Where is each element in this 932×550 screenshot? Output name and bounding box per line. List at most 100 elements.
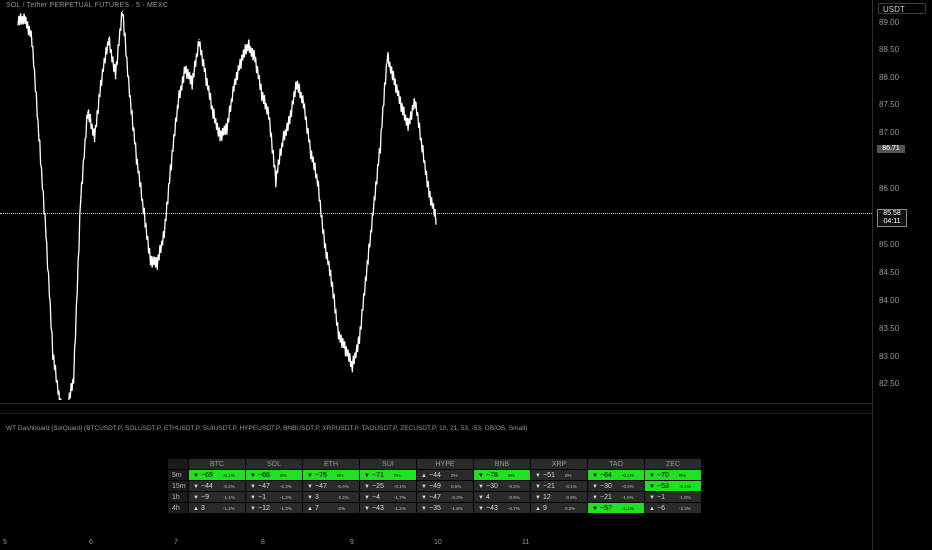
wt-value: −78	[486, 471, 498, 479]
direction-arrow-icon: ▼	[364, 505, 370, 512]
table-cell: ▲ −44 0%	[416, 469, 474, 481]
change-percent: -1.2%	[394, 505, 406, 511]
table-cell: ▼ 4 -0.9%	[473, 491, 531, 503]
direction-arrow-icon: ▼	[421, 505, 427, 512]
price-chart[interactable]	[0, 0, 872, 419]
direction-arrow-icon: ▲	[649, 505, 655, 512]
price-point	[205, 78, 207, 80]
wt-value: −57	[600, 504, 612, 512]
price-point	[198, 38, 200, 41]
wt-value: 12	[543, 493, 551, 501]
column-header-sui: SUI	[359, 459, 417, 470]
price-axis[interactable]: USDT 89.00 88.50 88.00 87.50 87.00 86.00 85.00…	[872, 0, 932, 550]
direction-arrow-icon: ▼	[649, 472, 655, 479]
direction-arrow-icon: ▼	[478, 494, 484, 501]
change-percent: 0%	[565, 472, 572, 478]
wt-value: −43	[372, 504, 384, 512]
price-point	[386, 55, 388, 57]
price-point	[282, 140, 284, 142]
table-cell: ▼ −69 -0.1%	[188, 469, 246, 481]
direction-arrow-icon: ▼	[592, 505, 598, 512]
change-percent: -0.1%	[394, 483, 406, 489]
table-cell: ▼ −78 0%	[473, 469, 531, 481]
change-percent: -0.1%	[565, 483, 577, 489]
column-header-eth: ETH	[302, 459, 360, 470]
change-percent: -1.2%	[223, 505, 235, 511]
wt-value: −49	[429, 482, 441, 490]
price-point	[421, 145, 423, 148]
price-point	[337, 331, 340, 333]
price-point	[163, 230, 165, 232]
table-cell: ▼ −25 -0.1%	[359, 480, 417, 492]
price-label-current: 85.58 04:11	[877, 209, 907, 227]
price-point	[170, 162, 172, 164]
column-header-tao: TAO	[587, 459, 645, 470]
currency-selector[interactable]: USDT	[878, 3, 926, 14]
wt-value: −25	[372, 482, 384, 490]
change-percent: -2.3%	[679, 505, 691, 511]
wt-value: −47	[315, 482, 327, 490]
direction-arrow-icon: ▼	[307, 472, 313, 479]
change-percent: -0.4%	[337, 483, 349, 489]
wt-value: −12	[258, 504, 270, 512]
change-percent: -1.8%	[451, 505, 463, 511]
price-point	[121, 10, 124, 12]
direction-arrow-icon: ▼	[250, 494, 256, 501]
price-tick-label: 86.00	[879, 184, 900, 193]
change-percent: -1.2%	[280, 494, 292, 500]
time-tick-label: 9	[350, 539, 354, 546]
change-percent: -0.9%	[565, 494, 577, 500]
direction-arrow-icon: ▼	[478, 483, 484, 490]
change-percent: 0%	[337, 472, 344, 478]
direction-arrow-icon: ▼	[193, 472, 199, 479]
price-line-svg	[17, 10, 437, 419]
wt-dashboard-table: BTC SOL ETH SUI HYPE BNB XRP TAO ZEC 5m ▼ −69 -0.1%…	[168, 459, 702, 514]
change-percent: 0%	[508, 472, 515, 478]
price-point	[393, 78, 395, 80]
indicator-title[interactable]: WT Dashboard [SolQuant] (BTCUSDT.P, SOLU…	[6, 425, 527, 432]
change-percent: -2%	[337, 505, 346, 511]
price-point	[358, 337, 360, 339]
price-tick-label: 84.50	[879, 268, 900, 277]
price-tick-label: 89.00	[879, 18, 900, 27]
symbol-title[interactable]: SOL / Tether PERPETUAL FUTURES · 5 · MEX…	[6, 2, 168, 9]
change-percent: -0.3%	[451, 494, 463, 500]
pane-separator[interactable]	[0, 403, 872, 404]
time-axis[interactable]: 5 6 7 8 9 10 11	[0, 538, 872, 550]
table-row: 5m ▼ −69 -0.1% ▼ −66 0% ▼ −76 0% ▼ −71 0% ▲ −44 0% ▼ −78 0…	[168, 469, 702, 481]
table-cell: ▼ −53 -0.1%	[644, 480, 702, 492]
table-cell: ▼ −57 -1.1%	[587, 502, 645, 514]
table-row: 15m ▼ −44 -0.2% ▼ −47 -0.3% ▼ −47 -0.4% ▼ −25 -0.1% ▼…	[168, 480, 702, 492]
change-percent: -2.2%	[337, 494, 349, 500]
wt-value: −30	[486, 482, 498, 490]
direction-arrow-icon: ▼	[250, 472, 256, 479]
wt-value: 4	[486, 493, 490, 501]
wt-value: −44	[429, 471, 441, 479]
price-point	[261, 95, 263, 97]
pane-separator-2	[0, 413, 872, 414]
wt-value: −66	[258, 471, 270, 479]
price-point	[254, 55, 256, 57]
table-cell: ▼ −1 -1.2%	[245, 491, 303, 503]
table-cell: ▲ 3 -1.2%	[188, 502, 246, 514]
table-row: 4h ▲ 3 -1.2% ▼ −12 -1.3% ▲ 7 -2% ▼ −43 -1.2% ▼ −35 -1.8…	[168, 502, 702, 514]
wt-value: −43	[486, 504, 498, 512]
column-header-xrp: XRP	[530, 459, 588, 470]
wt-value: −64	[600, 471, 612, 479]
change-percent: -0.1%	[622, 472, 634, 478]
price-tick-label: 87.00	[879, 128, 900, 137]
table-cell: ▼ −64 -0.1%	[587, 469, 645, 481]
table-cell: ▼ −76 0%	[302, 469, 360, 481]
price-point	[233, 83, 235, 86]
price-tick-label: 88.00	[879, 73, 900, 82]
direction-arrow-icon: ▼	[592, 472, 598, 479]
price-point	[323, 241, 326, 243]
price-point	[310, 151, 312, 153]
wt-value: −21	[543, 482, 555, 490]
wt-value: −76	[315, 471, 327, 479]
table-cell: ▼ −30 -0.2%	[587, 480, 645, 492]
direction-arrow-icon: ▼	[478, 505, 484, 512]
direction-arrow-icon: ▼	[421, 494, 427, 501]
wt-value: −21	[600, 493, 612, 501]
current-price-value: 85.58	[883, 210, 901, 217]
